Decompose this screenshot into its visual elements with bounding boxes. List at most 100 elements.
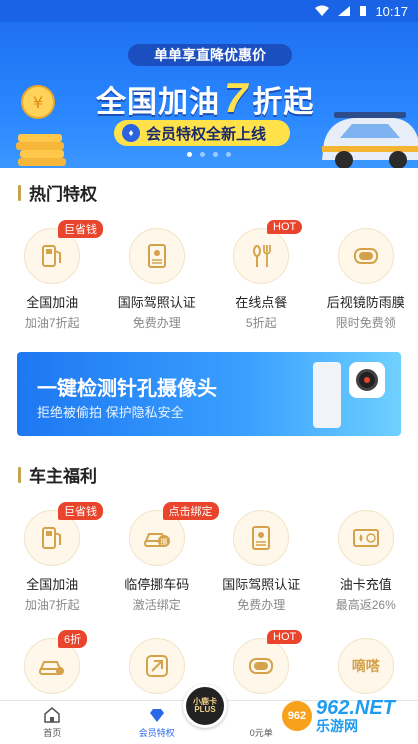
benefit-desc: 激活绑定	[132, 598, 181, 612]
hot-section-title: 热门特权	[18, 180, 97, 205]
detector-device-icon	[313, 362, 341, 428]
benefit-move-car[interactable]: 挪 点击绑定 临停挪车码 激活绑定	[105, 502, 219, 613]
benefit-name: 国际驾照认证	[222, 577, 301, 592]
license-card-icon	[252, 526, 271, 550]
ad-title: 一键检测针孔摄像头	[37, 378, 217, 400]
fuel-pump-icon	[42, 245, 62, 267]
tab-label: 会员特权	[138, 728, 175, 738]
vip-icon: ♦	[122, 124, 140, 142]
privilege-icon-wrap	[128, 228, 185, 284]
clock: 10:17	[375, 3, 408, 19]
owner-section-title-text: 车主福利	[29, 467, 97, 486]
camera-icon	[349, 362, 385, 398]
owner-benefits-grid: 巨省钱 全国加油 加油7折起 挪 点击绑定 临停挪车码 激活绑定 国际驾照认证 …	[0, 502, 418, 613]
benefit-icon-wrap	[337, 510, 394, 566]
banner-title: 全国加油 7 折起	[96, 74, 314, 122]
benefit-fuel[interactable]: 巨省钱 全国加油 加油7折起	[0, 502, 105, 613]
watermark-logo: 962	[282, 701, 312, 731]
watermark: 962 962.NET 乐游网	[282, 694, 418, 738]
privilege-mirror-film[interactable]: 后视镜防雨膜 限时免费领	[314, 228, 418, 331]
battery-icon	[360, 6, 367, 16]
svg-text:¥: ¥	[33, 93, 43, 112]
section-bar	[18, 466, 21, 483]
camera-detect-ad[interactable]: 一键检测针孔摄像头 拒绝被偷拍 保护隐私安全	[17, 352, 401, 436]
badge: HOT	[267, 630, 303, 644]
diamond-icon	[149, 709, 164, 722]
privilege-desc: 限时免费领	[335, 316, 396, 330]
benefit-icon-wrap	[233, 510, 290, 566]
privilege-name: 国际驾照认证	[117, 295, 196, 310]
svg-text:挪: 挪	[160, 537, 167, 546]
car-illustration-icon	[322, 112, 418, 168]
benefit-name: 油卡充值	[339, 577, 392, 592]
benefit-icon-wrap	[233, 638, 290, 694]
ad-subtitle: 拒绝被偷拍 保护隐私安全	[37, 405, 184, 420]
tab-label: 首页	[43, 728, 62, 738]
privilege-desc: 5折起	[245, 316, 277, 330]
banner-title-before: 全国加油	[96, 86, 220, 119]
benefit-name: 临停挪车码	[124, 577, 190, 592]
pagination-dot[interactable]	[226, 152, 231, 157]
wifi-icon	[315, 5, 330, 16]
banner-subtitle: ♦ 会员特权全新上线	[114, 120, 290, 146]
didi-icon: 嘀嗒	[351, 658, 380, 674]
benefit-icon-wrap: 嘀嗒	[337, 638, 394, 694]
section-bar	[18, 184, 21, 201]
benefit-name: 全国加油	[26, 577, 79, 592]
privilege-name: 在线点餐	[235, 295, 288, 310]
privilege-fuel[interactable]: 巨省钱 全国加油 加油7折起	[0, 220, 105, 331]
badge: 巨省钱	[58, 502, 103, 520]
privilege-name: 后视镜防雨膜	[326, 295, 405, 310]
home-icon	[44, 707, 60, 723]
fuel-card-icon	[352, 529, 379, 547]
benefit-icon-wrap	[128, 638, 185, 694]
car-repair-icon	[39, 661, 65, 675]
privilege-icon-wrap	[337, 228, 394, 284]
badge: HOT	[267, 220, 303, 234]
badge: 巨省钱	[58, 220, 103, 238]
tab-label: 0元单	[249, 728, 273, 738]
privilege-icon-wrap	[233, 228, 290, 284]
mirror-film-icon	[249, 658, 274, 674]
pagination-dot[interactable]	[187, 152, 192, 157]
badge: 6折	[58, 630, 88, 648]
watermark-top: 962.NET	[316, 697, 395, 720]
benefit-license[interactable]: 国际驾照认证 免费办理	[209, 510, 314, 613]
banner-pagination	[0, 152, 418, 157]
hot-section-title-text: 热门特权	[29, 185, 97, 204]
benefit-desc: 免费办理	[237, 598, 286, 612]
privilege-dining[interactable]: HOT 在线点餐 5折起	[209, 220, 314, 331]
benefit-car-repair[interactable]: 6折	[0, 630, 105, 694]
banner-subtitle-text: 会员特权全新上线	[146, 125, 267, 143]
watermark-text: 962.NET 乐游网	[316, 698, 395, 734]
plus-line2: PLUS	[194, 705, 216, 714]
benefit-fuel-card[interactable]: 油卡充值 最高返26%	[314, 510, 418, 613]
fuel-pump-icon	[42, 527, 62, 549]
dining-icon	[253, 245, 272, 267]
status-bar: 10:17	[0, 0, 418, 22]
privilege-desc: 免费办理	[132, 316, 181, 330]
hot-privileges-grid: 巨省钱 全国加油 加油7折起 国际驾照认证 免费办理 HOT 在线点餐 5折起 …	[0, 220, 418, 331]
pagination-dot[interactable]	[213, 152, 218, 157]
benefit-maintenance[interactable]	[105, 638, 210, 694]
signal-icon	[338, 6, 351, 16]
mirror-film-icon	[353, 248, 378, 264]
promo-banner[interactable]: 单单享直降优惠价 全国加油 7 折起 ♦ 会员特权全新上线 ¥	[0, 22, 418, 168]
privilege-license[interactable]: 国际驾照认证 免费办理	[105, 228, 210, 331]
tab-home[interactable]: 首页	[0, 701, 105, 744]
privilege-name: 全国加油	[26, 295, 79, 310]
benefit-mirror-film[interactable]: HOT	[209, 630, 314, 694]
banner-title-big: 7	[224, 74, 249, 121]
license-card-icon	[147, 244, 166, 268]
move-car-icon: 挪	[143, 533, 170, 547]
pagination-dot[interactable]	[200, 152, 205, 157]
benefit-desc: 加油7折起	[24, 598, 80, 612]
benefit-didi[interactable]: 嘀嗒	[314, 638, 418, 694]
owner-section-title: 车主福利	[18, 462, 97, 487]
plus-card-button[interactable]: 小鹿卡 PLUS	[183, 684, 227, 728]
privilege-desc: 加油7折起	[24, 316, 80, 330]
banner-top-tag: 单单享直降优惠价	[128, 44, 292, 66]
benefit-desc: 最高返26%	[335, 598, 396, 612]
banner-title-after: 折起	[252, 86, 315, 119]
maintenance-icon	[145, 655, 168, 677]
